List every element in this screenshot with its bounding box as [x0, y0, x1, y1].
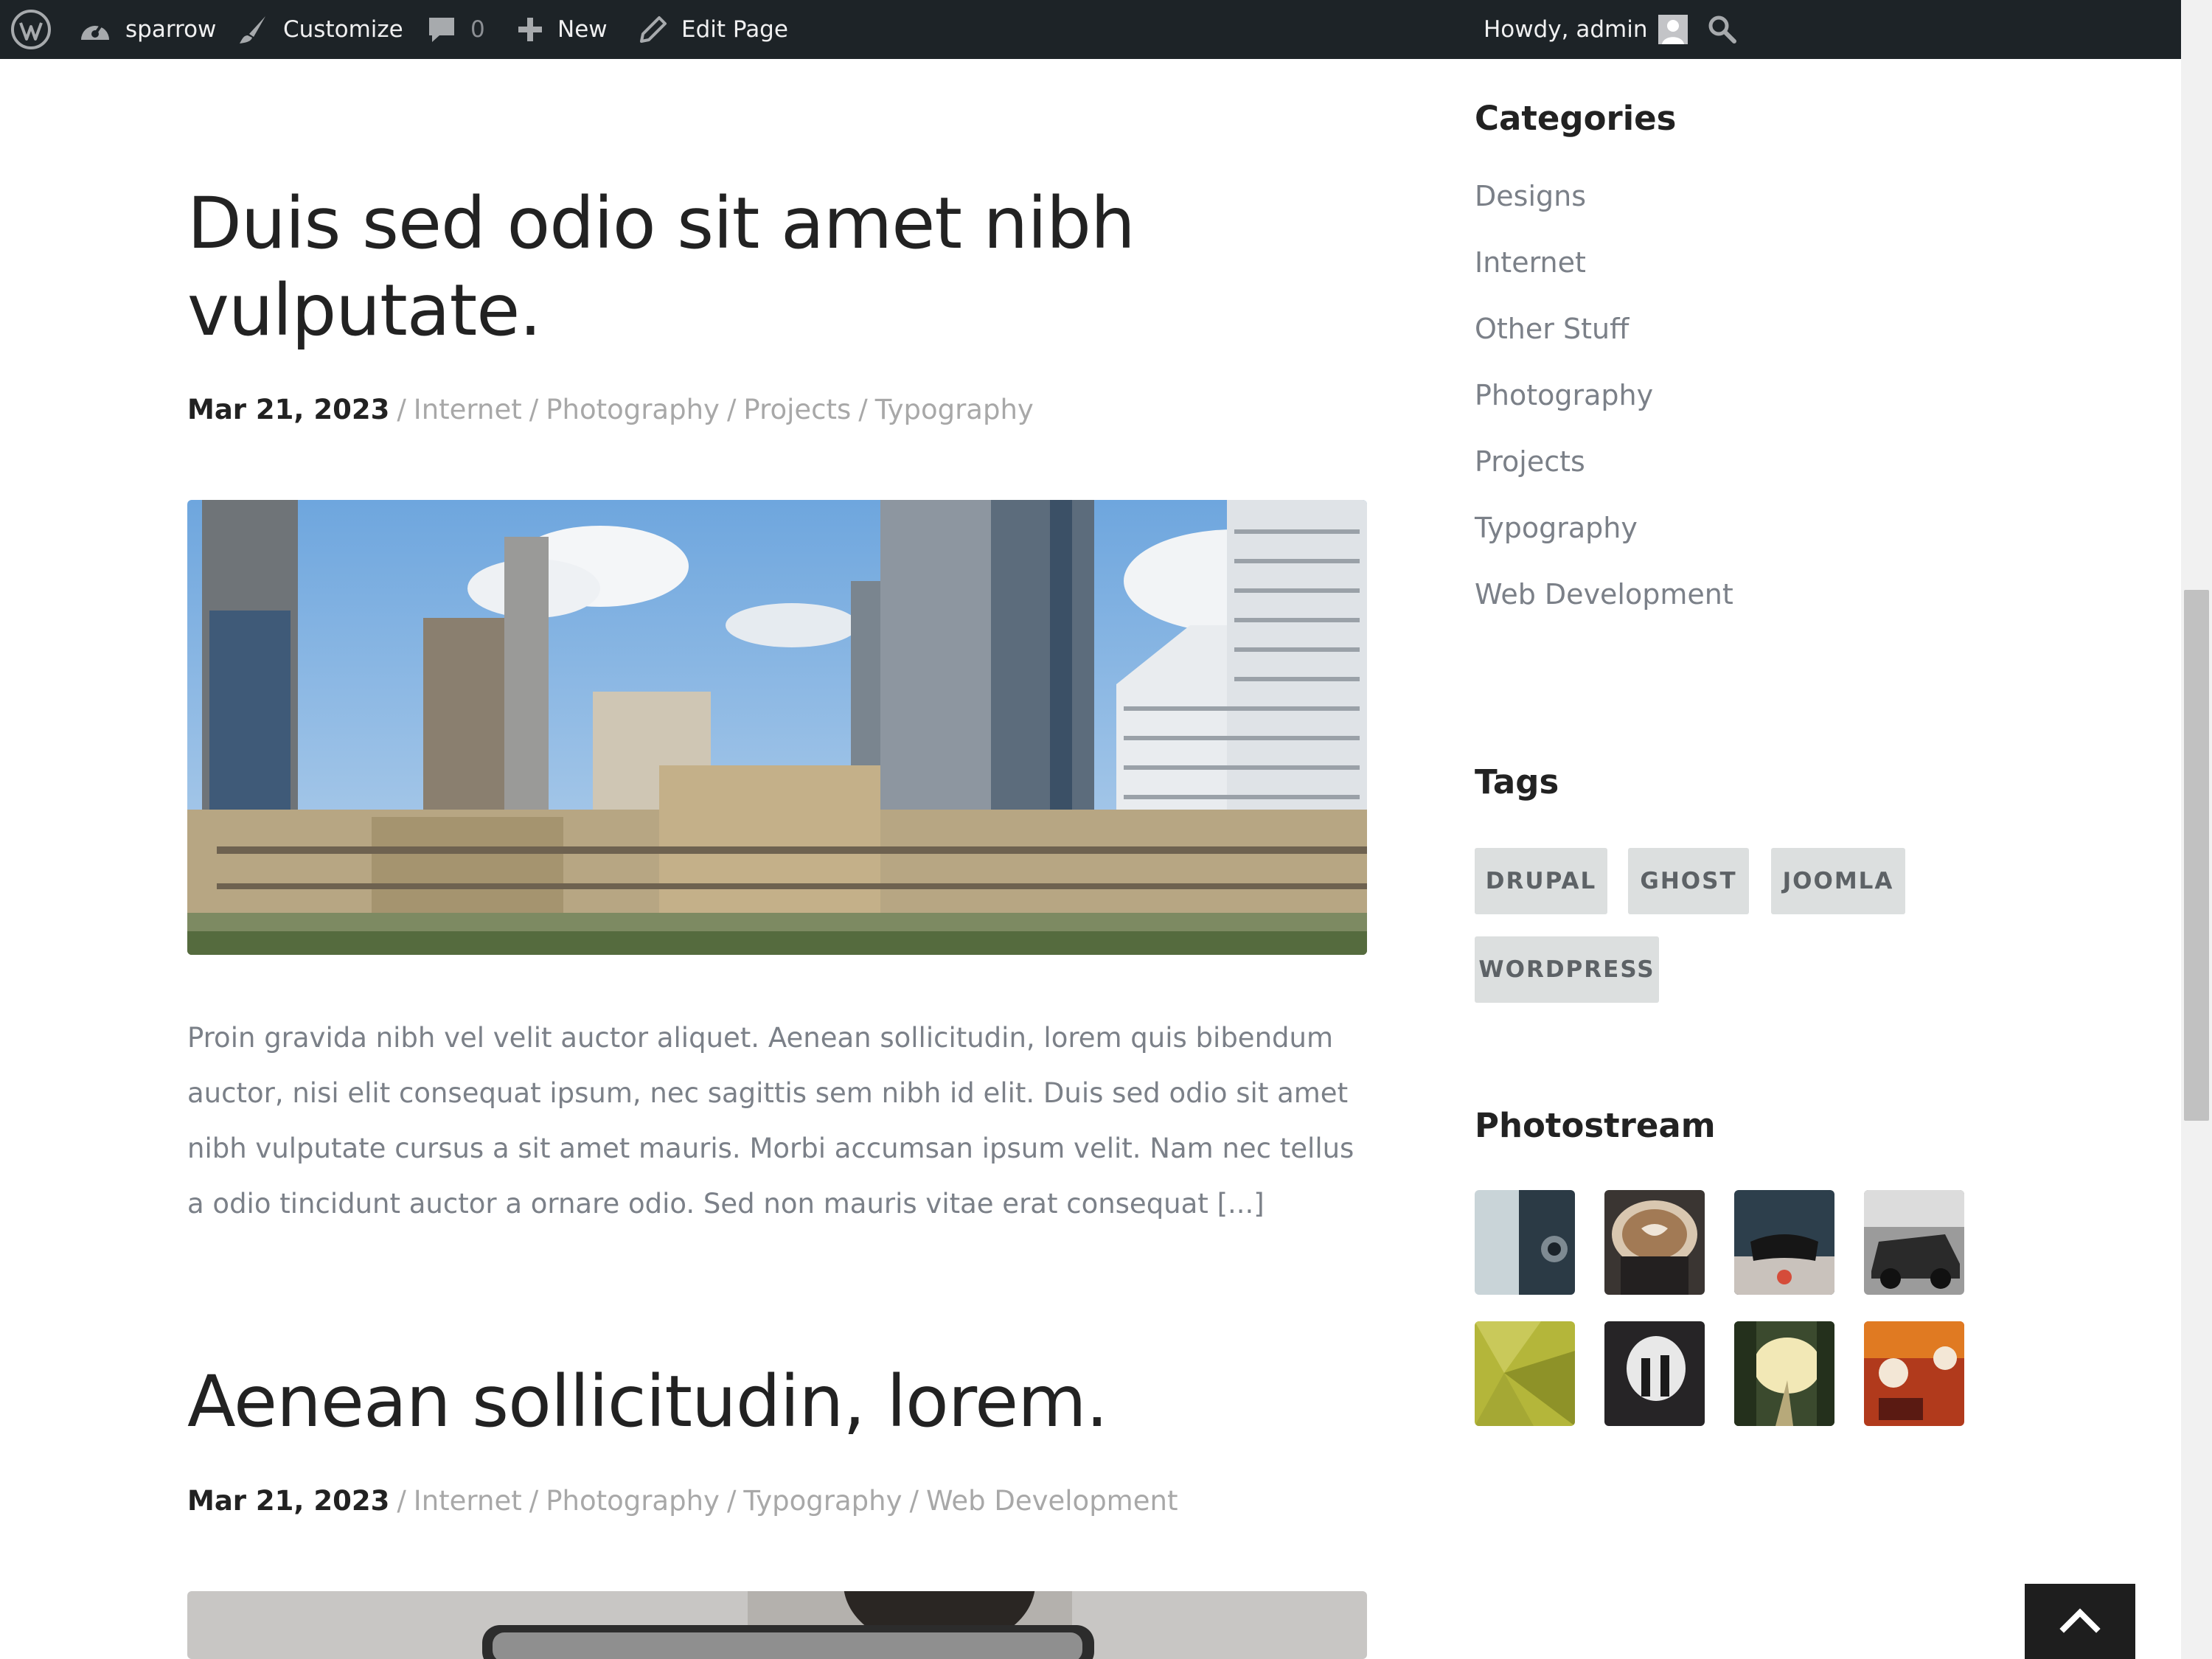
post-title-line: vulputate.	[187, 269, 542, 352]
scrollbar-thumb[interactable]	[2184, 590, 2209, 1121]
post-category-link[interactable]: Internet	[414, 394, 522, 425]
search-icon[interactable]	[1708, 0, 1737, 59]
howdy-label: Howdy, admin	[1484, 16, 1648, 43]
customize-link[interactable]: Customize	[237, 0, 403, 59]
tag-link[interactable]: DRUPAL	[1475, 848, 1607, 914]
category-link[interactable]: Projects	[1475, 441, 1733, 507]
avatar-icon	[1658, 15, 1688, 44]
post-title[interactable]: Aenean sollicitudin, lorem.	[187, 1358, 1108, 1445]
categories-widget-title: Categories	[1475, 99, 1677, 138]
post-excerpt: Proin gravida nibh vel velit auctor aliq…	[187, 1022, 1354, 1220]
green-polygon-photo[interactable]	[1475, 1321, 1575, 1426]
neon-signs-photo[interactable]	[1864, 1321, 1964, 1426]
photostream-widget-title: Photostream	[1475, 1106, 1716, 1145]
coffee-photo[interactable]	[1604, 1190, 1705, 1295]
post-meta: Mar 21, 2023/Internet / Photography / Typogr…	[187, 1485, 1178, 1517]
cave-silhouette-photo[interactable]	[1604, 1321, 1705, 1426]
tags-widget-title: Tags	[1475, 762, 1559, 801]
category-link[interactable]: Other Stuff	[1475, 308, 1733, 375]
city-skyline-photo[interactable]	[187, 500, 1367, 955]
new-label: New	[557, 16, 608, 43]
brush-icon	[237, 13, 270, 46]
edit-page-label: Edit Page	[681, 16, 788, 43]
post-title[interactable]: Duis sed odio sit amet nibh vulputate.	[187, 180, 1135, 354]
post-category-link[interactable]: Web Development	[926, 1485, 1178, 1517]
admin-bar: sparrow Customize 0 New Edit Page Howdy,…	[0, 0, 2181, 59]
tag-link[interactable]: GHOST	[1628, 848, 1749, 914]
post-date: Mar 21, 2023	[187, 1485, 390, 1517]
gamepad-photo[interactable]	[1734, 1190, 1834, 1295]
post-title-line: Duis sed odio sit amet nibh	[187, 182, 1135, 265]
my-account-menu[interactable]: Howdy, admin	[1484, 0, 1688, 59]
site-name-label: sparrow	[125, 16, 217, 43]
plus-icon	[516, 15, 544, 44]
tag-link[interactable]: WORDPRESS	[1475, 936, 1659, 1003]
category-link[interactable]: Designs	[1475, 175, 1733, 242]
post-category-link[interactable]: Typography	[875, 394, 1034, 425]
forest-road-photo[interactable]	[1734, 1321, 1834, 1426]
wordpress-logo-icon[interactable]	[10, 0, 52, 59]
post-category-link[interactable]: Photography	[546, 1485, 720, 1517]
chevron-up-icon	[2058, 1605, 2102, 1638]
camera-photo[interactable]	[1475, 1190, 1575, 1295]
customize-label: Customize	[283, 16, 403, 43]
phone-photo[interactable]	[187, 1591, 1367, 1659]
categories-list: Designs Internet Other Stuff Photography…	[1475, 175, 1733, 640]
post-meta: Mar 21, 2023/Internet / Photography / Projec…	[187, 394, 1034, 425]
comments-link[interactable]: 0	[426, 0, 485, 59]
post-category-link[interactable]: Internet	[414, 1485, 522, 1517]
category-link[interactable]: Typography	[1475, 507, 1733, 574]
post-date: Mar 21, 2023	[187, 394, 390, 425]
category-link[interactable]: Internet	[1475, 242, 1733, 308]
site-name-menu[interactable]: sparrow	[78, 0, 216, 59]
tag-link[interactable]: JOOMLA	[1771, 848, 1905, 914]
category-link[interactable]: Web Development	[1475, 574, 1733, 640]
post-category-link[interactable]: Photography	[546, 394, 720, 425]
comment-icon	[426, 15, 457, 44]
post-category-link[interactable]: Projects	[743, 394, 851, 425]
vintage-car-photo[interactable]	[1864, 1190, 1964, 1295]
comments-count: 0	[470, 16, 485, 43]
dashboard-icon	[78, 15, 112, 44]
category-link[interactable]: Photography	[1475, 375, 1733, 441]
back-to-top-button[interactable]	[2025, 1584, 2135, 1659]
edit-page-link[interactable]: Edit Page	[639, 0, 788, 59]
post-category-link[interactable]: Typography	[743, 1485, 902, 1517]
new-content-menu[interactable]: New	[516, 0, 608, 59]
pencil-icon	[639, 15, 668, 44]
